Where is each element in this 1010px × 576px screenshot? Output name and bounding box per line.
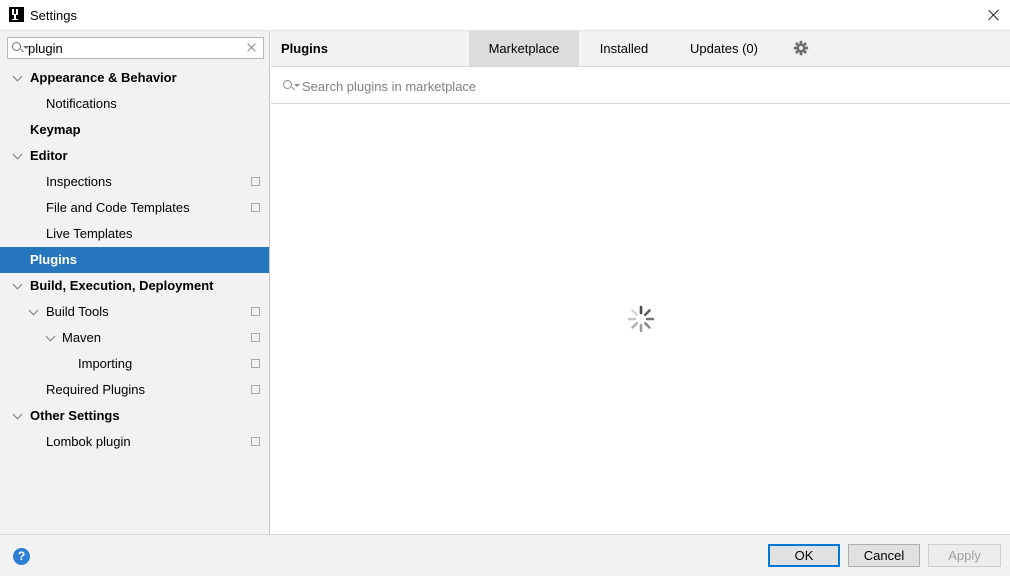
apply-button[interactable]: Apply [928,544,1001,567]
tab-updates[interactable]: Updates (0) [669,31,779,66]
page-title: Plugins [281,41,328,56]
settings-tree: Appearance & Behavior Notifications Keym… [0,65,269,455]
project-scope-icon [249,175,260,186]
chevron-down-icon[interactable] [28,305,39,316]
tree-item-label: Build Tools [46,304,109,319]
tree-item-label: Live Templates [46,226,133,241]
project-scope-icon [249,383,260,394]
dialog-button-bar: ? OK Cancel Apply [0,534,1010,576]
project-scope-icon [249,331,260,342]
tree-item-maven[interactable]: Maven [0,325,269,351]
tree-item-required-plugins[interactable]: Required Plugins [0,377,269,403]
search-icon [283,80,292,89]
tab-installed[interactable]: Installed [579,31,669,66]
tree-item-label: File and Code Templates [46,200,190,215]
chevron-down-icon[interactable] [12,71,23,82]
search-icon [12,42,21,51]
intellij-app-icon [9,7,24,22]
tree-item-label: Lombok plugin [46,434,131,449]
tree-item-keymap[interactable]: Keymap [0,117,269,143]
tree-item-editor[interactable]: Editor [0,143,269,169]
tree-item-label: Keymap [30,122,81,137]
tree-item-label: Inspections [46,174,112,189]
tree-item-label: Notifications [46,96,117,111]
project-scope-icon [249,305,260,316]
help-icon[interactable]: ? [13,548,30,565]
tree-item-inspections[interactable]: Inspections [0,169,269,195]
chevron-down-icon[interactable] [12,409,23,420]
chevron-down-icon[interactable] [12,279,23,290]
tree-item-build-tools[interactable]: Build Tools [0,299,269,325]
tree-item-label: Editor [30,148,68,163]
chevron-down-icon[interactable] [12,149,23,160]
plugins-header: Plugins Marketplace Installed Updates (0… [271,31,1010,67]
tree-item-live-templates[interactable]: Live Templates [0,221,269,247]
project-scope-icon [249,435,260,446]
tree-item-plugins[interactable]: Plugins [0,247,269,273]
tree-item-build-execution-deployment[interactable]: Build, Execution, Deployment [0,273,269,299]
tree-item-label: Plugins [30,252,77,267]
loading-spinner-icon [627,305,655,333]
settings-search-input[interactable] [28,39,238,57]
marketplace-search-input[interactable] [302,76,992,96]
project-scope-icon [249,201,260,212]
gear-icon[interactable] [793,40,809,56]
tab-marketplace[interactable]: Marketplace [469,31,579,66]
clear-search-icon[interactable] [246,42,257,53]
tree-item-label: Other Settings [30,408,120,423]
tree-item-label: Required Plugins [46,382,146,397]
tree-item-importing[interactable]: Importing [0,351,269,377]
tree-item-notifications[interactable]: Notifications [0,91,269,117]
settings-search-box[interactable] [7,37,264,59]
marketplace-content [271,105,1010,534]
tree-item-appearance-behavior[interactable]: Appearance & Behavior [0,65,269,91]
tree-item-lombok-plugin[interactable]: Lombok plugin [0,429,269,455]
tree-item-other-settings[interactable]: Other Settings [0,403,269,429]
marketplace-search-bar[interactable] [271,68,1010,104]
window-title: Settings [30,8,77,23]
ok-button[interactable]: OK [768,544,840,567]
chevron-down-icon[interactable] [45,331,56,342]
title-bar: Settings [0,0,1010,31]
search-options-dropdown-icon[interactable] [294,84,300,87]
close-window-button[interactable] [984,6,1004,26]
settings-sidebar: Appearance & Behavior Notifications Keym… [0,31,270,534]
cancel-button[interactable]: Cancel [848,544,920,567]
project-scope-icon [249,357,260,368]
tree-item-label: Build, Execution, Deployment [30,278,214,293]
tree-item-label: Appearance & Behavior [30,70,177,85]
tree-item-label: Maven [62,330,102,345]
tree-item-label: Importing [78,356,133,371]
tree-item-file-and-code-templates[interactable]: File and Code Templates [0,195,269,221]
